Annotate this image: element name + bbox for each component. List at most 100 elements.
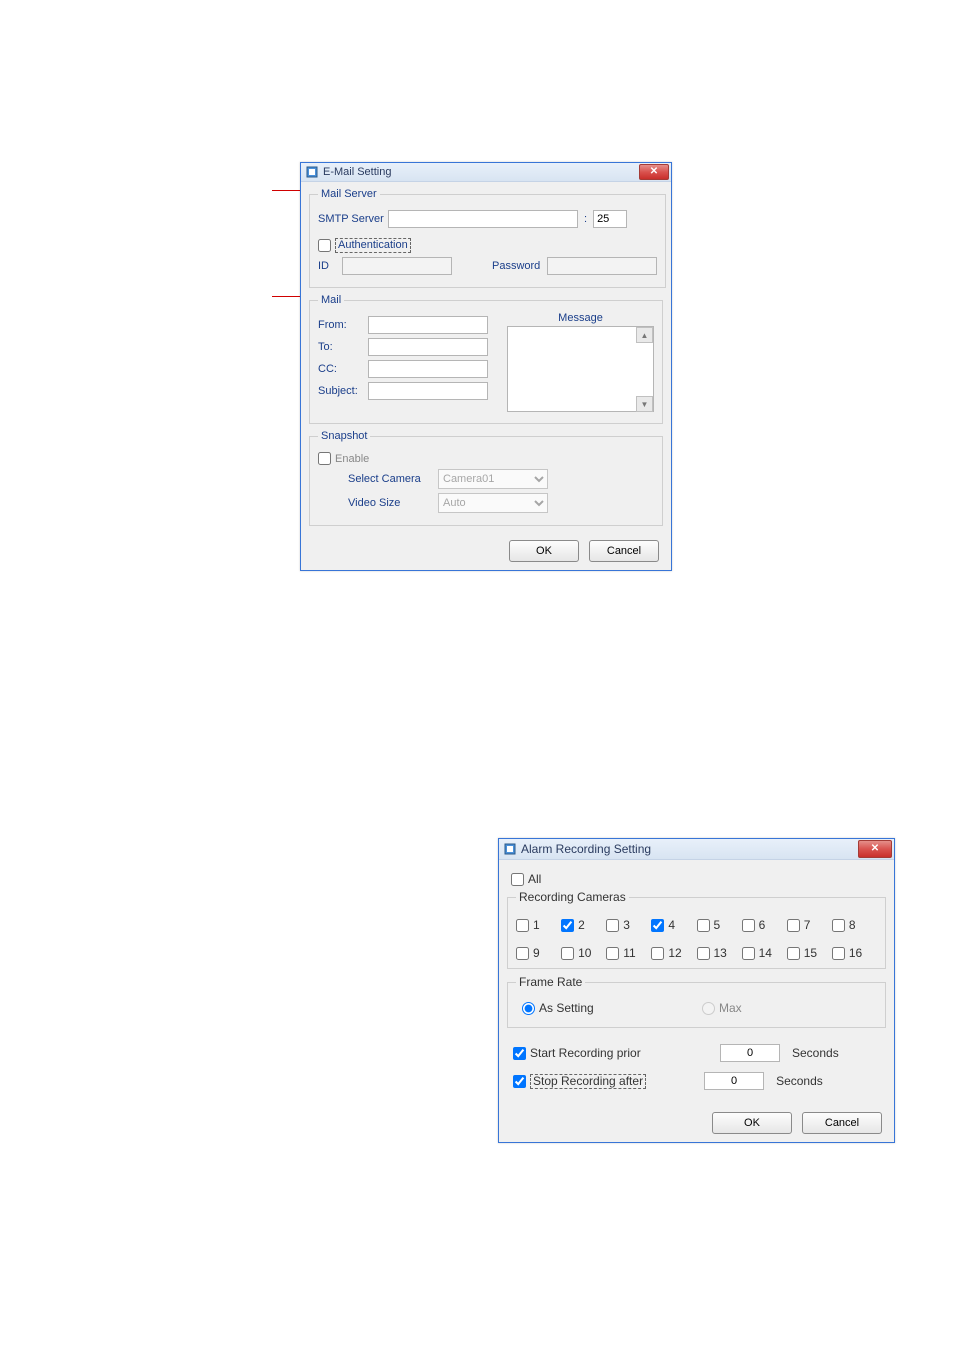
smtp-port-input[interactable] [593, 210, 627, 228]
message-textarea[interactable] [507, 326, 654, 412]
video-size-label: Video Size [348, 497, 438, 509]
close-icon: ✕ [871, 844, 879, 854]
camera-4-label: 4 [668, 918, 675, 932]
password-label: Password [492, 260, 547, 272]
camera-checkbox-14[interactable]: 14 [742, 946, 787, 960]
camera-checkbox-5[interactable]: 5 [697, 918, 742, 932]
camera-14-label: 14 [759, 946, 772, 960]
camera-checkbox-3[interactable]: 3 [606, 918, 651, 932]
mail-group: Mail From: To: CC: Subject: [309, 294, 663, 424]
video-size-combobox[interactable]: Auto [438, 493, 548, 513]
cancel-button[interactable]: Cancel [589, 540, 659, 562]
cc-label: CC: [318, 363, 368, 375]
as-setting-radio-wrap[interactable]: As Setting [522, 1001, 702, 1015]
camera-4-checkbox[interactable] [651, 919, 664, 932]
camera-checkbox-11[interactable]: 11 [606, 946, 651, 960]
scroll-down-icon[interactable]: ▼ [636, 396, 653, 412]
annotation-line [272, 296, 302, 297]
ok-button[interactable]: OK [509, 540, 579, 562]
camera-10-checkbox[interactable] [561, 947, 574, 960]
from-input[interactable] [368, 316, 488, 334]
camera-checkbox-9[interactable]: 9 [516, 946, 561, 960]
to-label: To: [318, 341, 368, 353]
camera-checkbox-13[interactable]: 13 [697, 946, 742, 960]
port-separator: : [584, 213, 587, 225]
snapshot-group: Snapshot Enable Select Camera Camera01 V… [309, 430, 663, 526]
stop-seconds-input[interactable] [704, 1072, 764, 1090]
start-recording-checkbox[interactable] [513, 1047, 526, 1060]
seconds-label: Seconds [792, 1046, 839, 1060]
to-input[interactable] [368, 338, 488, 356]
close-icon: ✕ [650, 167, 658, 177]
camera-8-checkbox[interactable] [832, 919, 845, 932]
id-input[interactable] [342, 257, 452, 275]
camera-2-checkbox[interactable] [561, 919, 574, 932]
cc-input[interactable] [368, 360, 488, 378]
camera-checkbox-1[interactable]: 1 [516, 918, 561, 932]
subject-label: Subject: [318, 385, 368, 397]
camera-6-checkbox[interactable] [742, 919, 755, 932]
camera-15-checkbox[interactable] [787, 947, 800, 960]
camera-1-checkbox[interactable] [516, 919, 529, 932]
as-setting-label: As Setting [539, 1001, 594, 1015]
titlebar[interactable]: Alarm Recording Setting ✕ [499, 839, 894, 860]
titlebar[interactable]: E-Mail Setting ✕ [301, 163, 671, 182]
camera-checkbox-10[interactable]: 10 [561, 946, 606, 960]
cancel-button[interactable]: Cancel [802, 1112, 882, 1134]
all-label: All [528, 872, 541, 886]
annotation-line [272, 190, 302, 191]
camera-checkbox-16[interactable]: 16 [832, 946, 877, 960]
scroll-up-icon[interactable]: ▲ [636, 327, 653, 343]
camera-7-label: 7 [804, 918, 811, 932]
camera-5-checkbox[interactable] [697, 919, 710, 932]
camera-5-label: 5 [714, 918, 721, 932]
id-label: ID [318, 260, 342, 272]
all-checkbox[interactable] [511, 873, 524, 886]
camera-7-checkbox[interactable] [787, 919, 800, 932]
subject-input[interactable] [368, 382, 488, 400]
select-camera-combobox[interactable]: Camera01 [438, 469, 548, 489]
stop-recording-checkbox[interactable] [513, 1075, 526, 1088]
ok-button[interactable]: OK [712, 1112, 792, 1134]
smtp-server-input[interactable] [388, 210, 578, 228]
snapshot-enable-checkbox[interactable] [318, 452, 331, 465]
camera-3-checkbox[interactable] [606, 919, 619, 932]
camera-14-checkbox[interactable] [742, 947, 755, 960]
close-button[interactable]: ✕ [858, 840, 892, 858]
password-input[interactable] [547, 257, 657, 275]
frame-rate-group: Frame Rate As Setting Max [507, 975, 886, 1028]
camera-12-checkbox[interactable] [651, 947, 664, 960]
camera-checkbox-2[interactable]: 2 [561, 918, 606, 932]
close-button[interactable]: ✕ [639, 164, 669, 180]
camera-9-checkbox[interactable] [516, 947, 529, 960]
start-seconds-input[interactable] [720, 1044, 780, 1062]
recording-cameras-legend: Recording Cameras [516, 890, 629, 904]
camera-checkbox-6[interactable]: 6 [742, 918, 787, 932]
camera-11-checkbox[interactable] [606, 947, 619, 960]
camera-checkbox-8[interactable]: 8 [832, 918, 877, 932]
as-setting-radio[interactable] [522, 1002, 535, 1015]
camera-15-label: 15 [804, 946, 817, 960]
email-setting-dialog: E-Mail Setting ✕ Mail Server SMTP Server… [300, 162, 672, 571]
camera-16-checkbox[interactable] [832, 947, 845, 960]
authentication-label: Authentication [335, 238, 411, 253]
mail-legend: Mail [318, 294, 344, 306]
camera-grid: 12345678910111213141516 [516, 918, 877, 960]
authentication-checkbox[interactable] [318, 239, 331, 252]
button-row: OK Cancel [499, 1104, 894, 1142]
camera-checkbox-7[interactable]: 7 [787, 918, 832, 932]
camera-13-checkbox[interactable] [697, 947, 710, 960]
frame-rate-legend: Frame Rate [516, 975, 585, 989]
camera-1-label: 1 [533, 918, 540, 932]
max-radio[interactable] [702, 1002, 715, 1015]
camera-checkbox-4[interactable]: 4 [651, 918, 696, 932]
camera-13-label: 13 [714, 946, 727, 960]
alarm-recording-dialog: Alarm Recording Setting ✕ All Recording … [498, 838, 895, 1143]
camera-10-label: 10 [578, 946, 591, 960]
camera-checkbox-12[interactable]: 12 [651, 946, 696, 960]
mail-server-group: Mail Server SMTP Server : Authentication… [309, 188, 666, 288]
camera-checkbox-15[interactable]: 15 [787, 946, 832, 960]
camera-11-label: 11 [623, 946, 635, 960]
max-radio-wrap[interactable]: Max [702, 1001, 742, 1015]
camera-8-label: 8 [849, 918, 856, 932]
